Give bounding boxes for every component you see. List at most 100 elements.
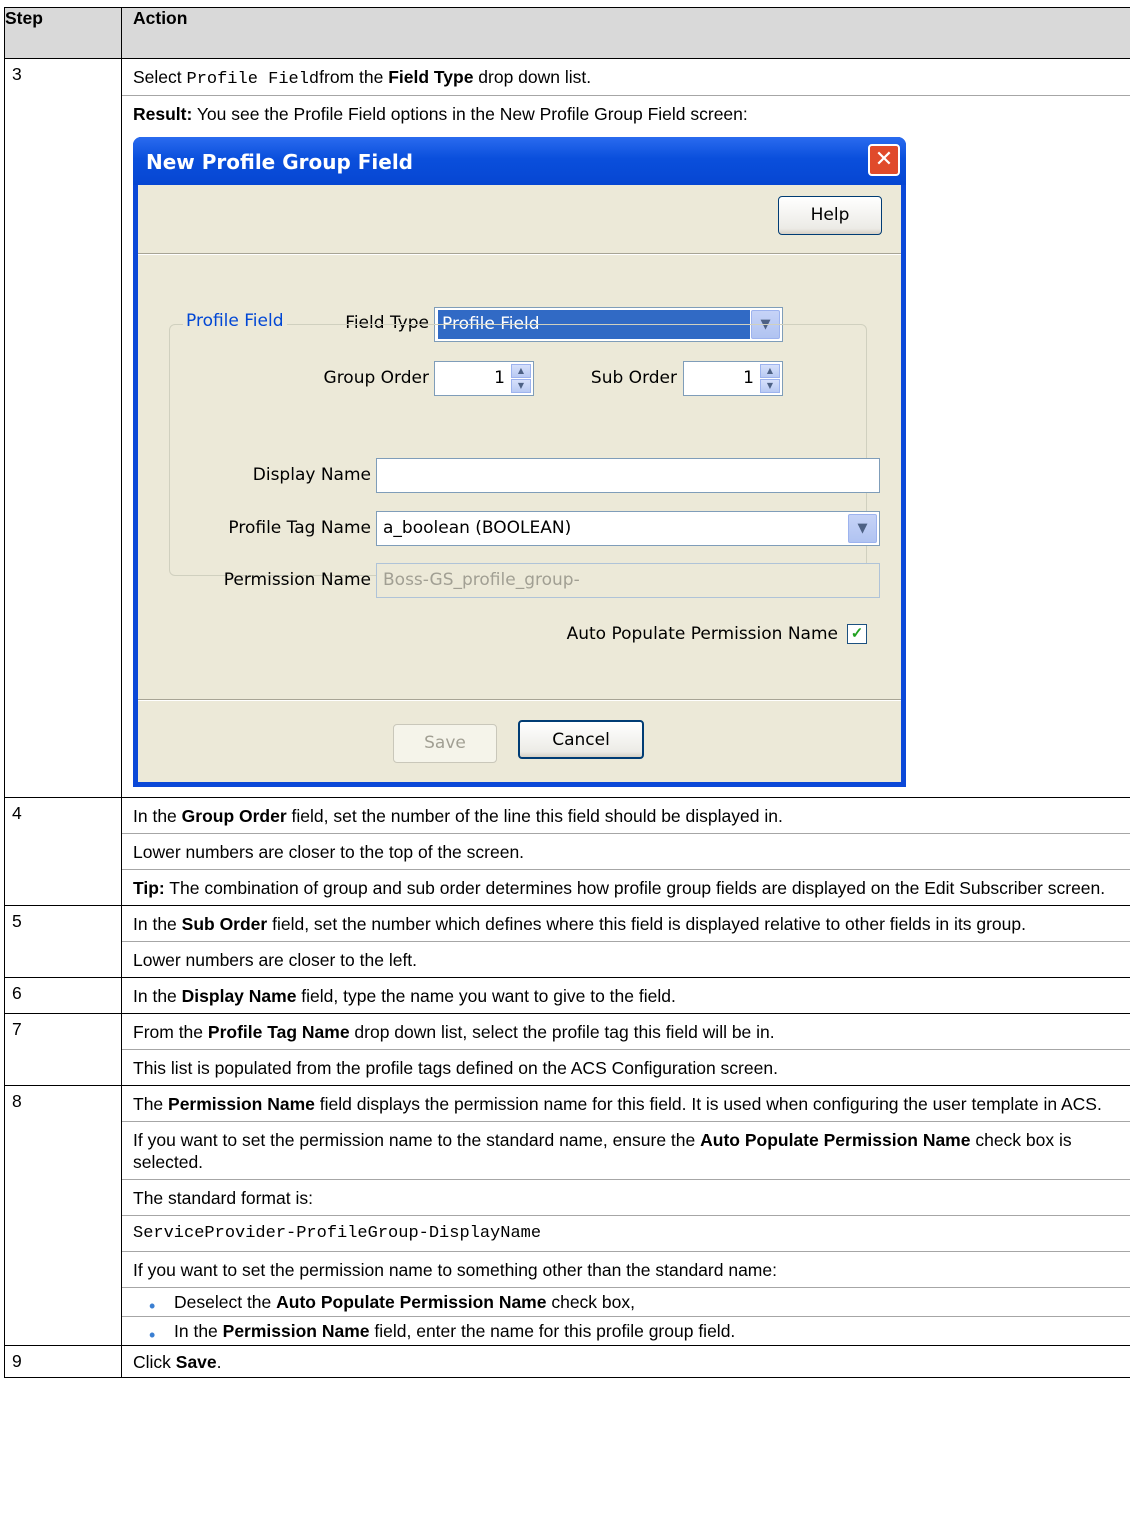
code-text: Profile Field <box>186 70 320 89</box>
action-cell: Select Profile Fieldfrom the Field Type … <box>121 58 1130 798</box>
action-paragraph: In the Display Name field, type the name… <box>122 978 1130 1013</box>
screenshot-container: New Profile Group Field ✕ Help Field Typ… <box>122 132 1130 797</box>
bold-text: Profile Tag Name <box>207 1022 350 1042</box>
new-profile-group-field-dialog: New Profile Group Field ✕ Help Field Typ… <box>133 137 906 787</box>
action-paragraph: In the Group Order field, set the number… <box>122 798 1130 834</box>
step-column-header: Step <box>4 7 122 59</box>
step-number: 5 <box>4 905 122 978</box>
dialog-title: New Profile Group Field <box>146 150 414 174</box>
cancel-button[interactable]: Cancel <box>518 720 644 759</box>
permission-name-label: Permission Name <box>223 570 371 590</box>
bold-text: Display Name <box>181 986 297 1006</box>
text: drop down list, select the profile tag t… <box>349 1022 775 1042</box>
action-cell: From the Profile Tag Name drop down list… <box>121 1013 1130 1086</box>
text: field displays the permission name for t… <box>314 1094 1102 1114</box>
step-number: 4 <box>4 797 122 906</box>
bullet-item: • Deselect the Auto Populate Permission N… <box>122 1288 1130 1317</box>
help-button[interactable]: Help <box>778 196 882 235</box>
bold-text: Field Type <box>388 67 474 87</box>
action-cell: The Permission Name field displays the p… <box>121 1085 1130 1346</box>
action-paragraph: From the Profile Tag Name drop down list… <box>122 1014 1130 1050</box>
text: In the <box>174 1321 223 1341</box>
table-row: 6 In the Display Name field, type the na… <box>4 977 1130 1014</box>
action-column-header: Action <box>121 7 1130 59</box>
divider <box>138 253 901 255</box>
permission-name-input[interactable]: Boss-GS_profile_group- <box>376 563 880 598</box>
profile-field-group-label: Profile Field <box>183 311 287 331</box>
action-paragraph: Lower numbers are closer to the top of t… <box>122 834 1130 870</box>
action-cell: Click Save. <box>121 1345 1130 1378</box>
step-number: 6 <box>4 977 122 1014</box>
code-paragraph: ServiceProvider-ProfileGroup-DisplayName <box>122 1216 1130 1252</box>
auto-populate-label: Auto Populate Permission Name <box>566 624 838 644</box>
text: field, enter the name for this profile g… <box>369 1321 736 1341</box>
action-paragraph: If you want to set the permission name t… <box>122 1252 1130 1288</box>
action-paragraph: This list is populated from the profile … <box>133 1058 778 1078</box>
bold-text: Permission Name <box>222 1321 370 1341</box>
action-cell: In the Sub Order field, set the number w… <box>121 905 1130 978</box>
bold-text: Result: <box>133 104 193 124</box>
action-paragraph: The Permission Name field displays the p… <box>122 1086 1130 1122</box>
table-row: 7 From the Profile Tag Name drop down li… <box>4 1013 1130 1086</box>
action-paragraph: Lower numbers are closer to the left. <box>133 950 418 970</box>
step-number: 8 <box>4 1085 122 1346</box>
action-cell: In the Group Order field, set the number… <box>121 797 1130 906</box>
text: You see the Profile Field options in the… <box>192 104 748 124</box>
text: drop down list. <box>473 67 592 87</box>
text: field, set the number which defines wher… <box>267 914 1026 934</box>
step-number: 3 <box>4 58 122 798</box>
table-row: 5 In the Sub Order field, set the number… <box>4 905 1130 978</box>
text: field, set the number of the line this f… <box>286 806 783 826</box>
dialog-body: Help Field Type Profile Field ▼ Group Or… <box>138 185 901 782</box>
text: Select <box>133 67 187 87</box>
bold-text: Permission Name <box>168 1094 315 1114</box>
table-header-row: Step Action <box>4 7 1130 59</box>
divider <box>138 699 901 701</box>
text: check box, <box>546 1292 636 1312</box>
close-icon[interactable]: ✕ <box>868 144 900 176</box>
display-name-input[interactable] <box>376 458 880 493</box>
save-button[interactable]: Save <box>393 724 497 763</box>
checkmark-icon: ✓ <box>850 625 864 642</box>
text: from the <box>319 67 389 87</box>
tip-paragraph: Tip: The combination of group and sub or… <box>122 870 1130 905</box>
text: In the <box>133 914 182 934</box>
profile-tag-name-value: a_boolean (BOOLEAN) <box>383 518 572 538</box>
action-cell: In the Display Name field, type the name… <box>121 977 1130 1014</box>
bold-text: Group Order <box>181 806 287 826</box>
action-paragraph: The standard format is: <box>122 1180 1130 1216</box>
text: In the <box>133 806 182 826</box>
text: If you want to set the permission name t… <box>133 1130 701 1150</box>
bullet-item: • In the Permission Name field, enter the… <box>122 1317 1130 1345</box>
bold-text: Auto Populate Permission Name <box>700 1130 971 1150</box>
text: Click <box>133 1352 176 1372</box>
auto-populate-checkbox[interactable]: ✓ <box>847 624 867 644</box>
bullet-icon: • <box>149 1296 156 1316</box>
text: . <box>216 1352 222 1372</box>
text: From the <box>133 1022 208 1042</box>
profile-tag-name-select[interactable]: a_boolean (BOOLEAN) ▼ <box>376 511 880 546</box>
dialog-titlebar[interactable]: New Profile Group Field ✕ <box>133 137 906 185</box>
bullet-icon: • <box>149 1325 156 1345</box>
steps-table: Step Action 3 Select Profile Fieldfrom t… <box>4 7 1130 1378</box>
bold-text: Tip: <box>133 878 165 898</box>
text: The combination of group and sub order d… <box>164 878 1106 898</box>
chevron-down-icon[interactable]: ▼ <box>848 514 877 543</box>
display-name-label: Display Name <box>252 465 371 485</box>
action-paragraph: Click Save. <box>122 1346 1130 1377</box>
profile-tag-name-label: Profile Tag Name <box>228 518 371 538</box>
action-paragraph: In the Sub Order field, set the number w… <box>122 906 1130 942</box>
table-row: 8 The Permission Name field displays the… <box>4 1085 1130 1346</box>
text: Deselect the <box>174 1292 277 1312</box>
table-row: 4 In the Group Order field, set the numb… <box>4 797 1130 906</box>
action-paragraph: Select Profile Fieldfrom the Field Type … <box>122 59 1130 96</box>
table-row: 3 Select Profile Fieldfrom the Field Typ… <box>4 58 1130 798</box>
action-paragraph: If you want to set the permission name t… <box>122 1122 1130 1180</box>
step-number: 9 <box>4 1345 122 1378</box>
bold-text: Save <box>175 1352 217 1372</box>
result-paragraph: Result: You see the Profile Field option… <box>122 96 1130 132</box>
bold-text: Auto Populate Permission Name <box>276 1292 547 1312</box>
table-row: 9 Click Save. <box>4 1345 1130 1378</box>
step-number: 7 <box>4 1013 122 1086</box>
text: The <box>133 1094 169 1114</box>
